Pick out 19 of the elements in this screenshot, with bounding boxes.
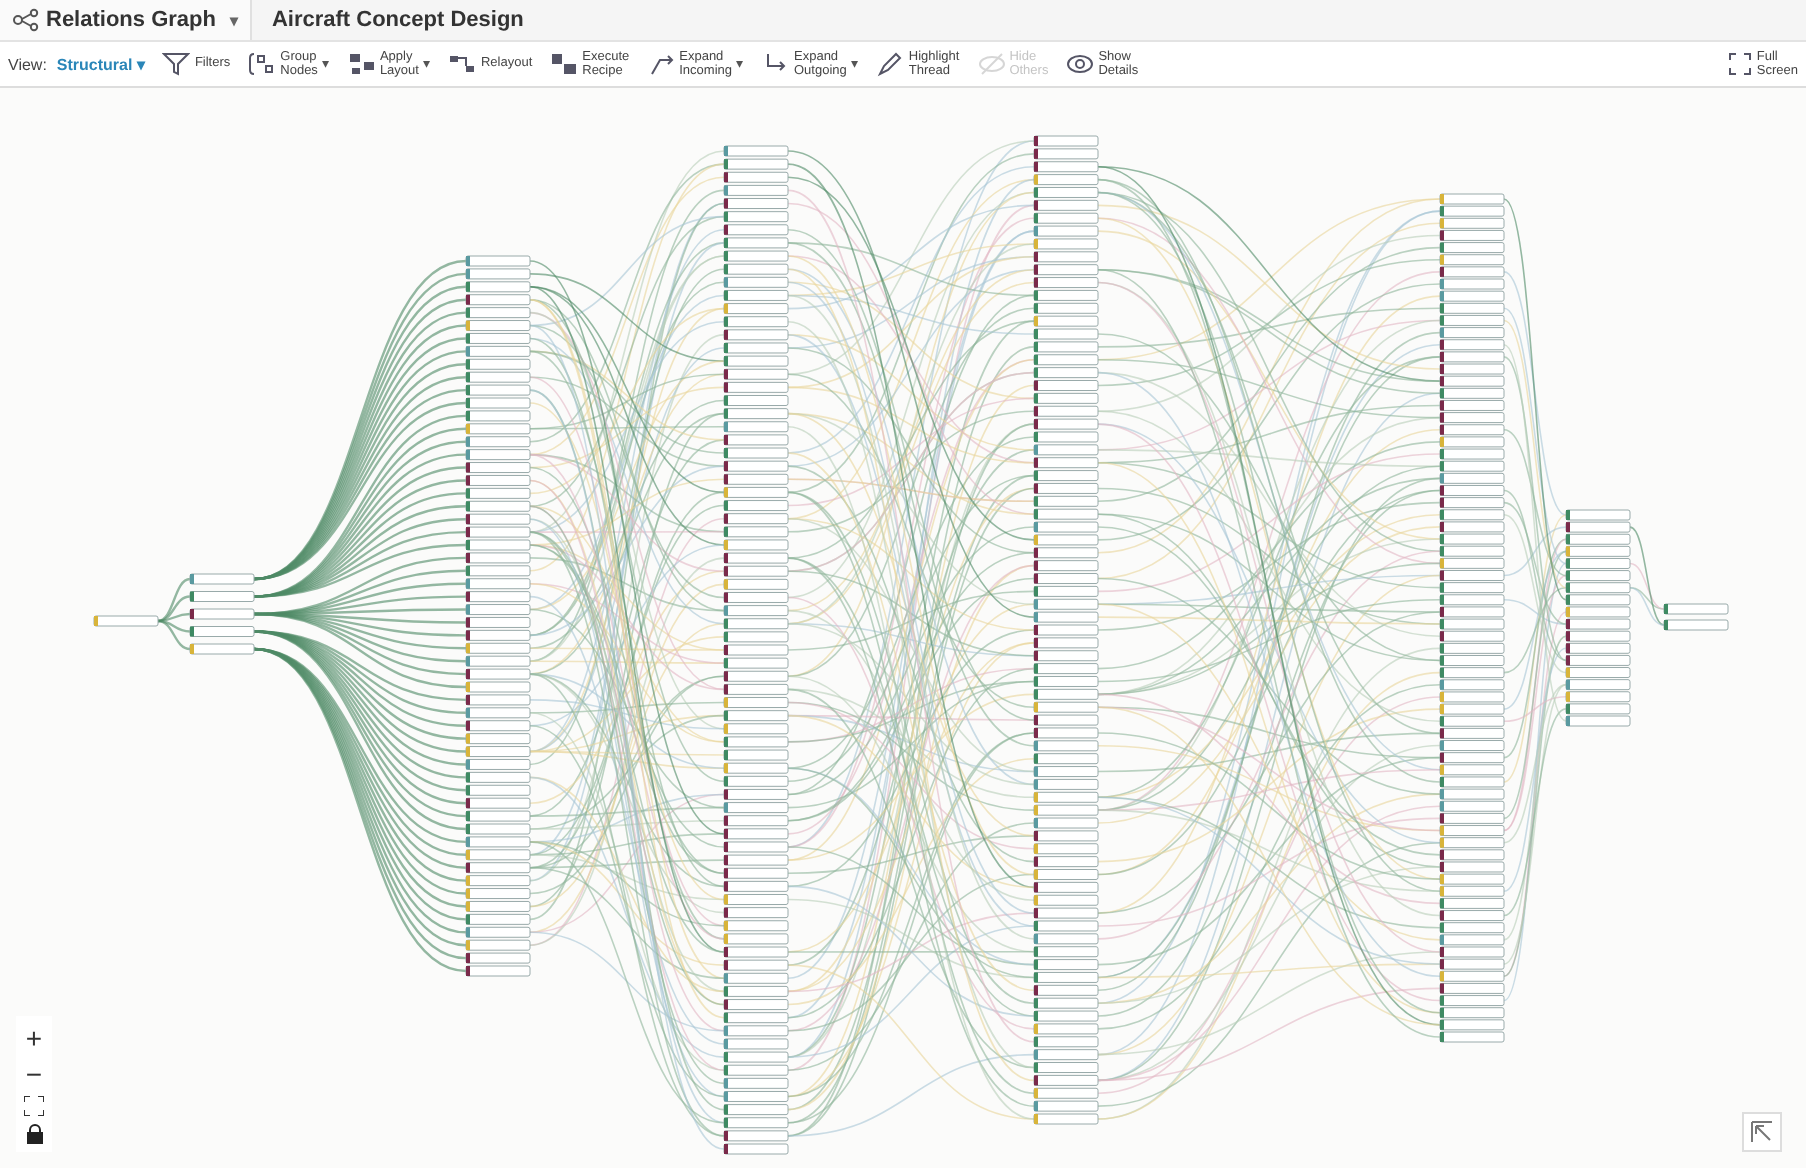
graph-type-tab[interactable]: Relations Graph ▾: [0, 0, 252, 40]
filter-icon: [162, 50, 191, 78]
incoming-arrow-icon: [647, 50, 676, 78]
view-label: View:: [8, 55, 47, 73]
zoom-out-button[interactable]: −: [25, 1060, 43, 1088]
eye-icon: [1066, 50, 1095, 78]
zoom-in-button[interactable]: +: [25, 1024, 43, 1052]
highlight-pen-icon: [876, 50, 905, 78]
document-title: Aircraft Concept Design: [271, 8, 524, 32]
minimap-toggle-button[interactable]: [1742, 1112, 1782, 1152]
hide-icon: [977, 50, 1006, 78]
lock-icon[interactable]: [25, 1124, 43, 1144]
corner-arrow-icon: [1750, 1120, 1774, 1144]
graph-nodes-icon: [12, 8, 40, 32]
layout-icon: [347, 50, 376, 78]
fullscreen-icon: [1728, 52, 1753, 76]
view-dropdown[interactable]: Structural ▾: [56, 55, 145, 73]
group-icon: [248, 50, 277, 78]
fit-view-icon[interactable]: [24, 1096, 44, 1116]
